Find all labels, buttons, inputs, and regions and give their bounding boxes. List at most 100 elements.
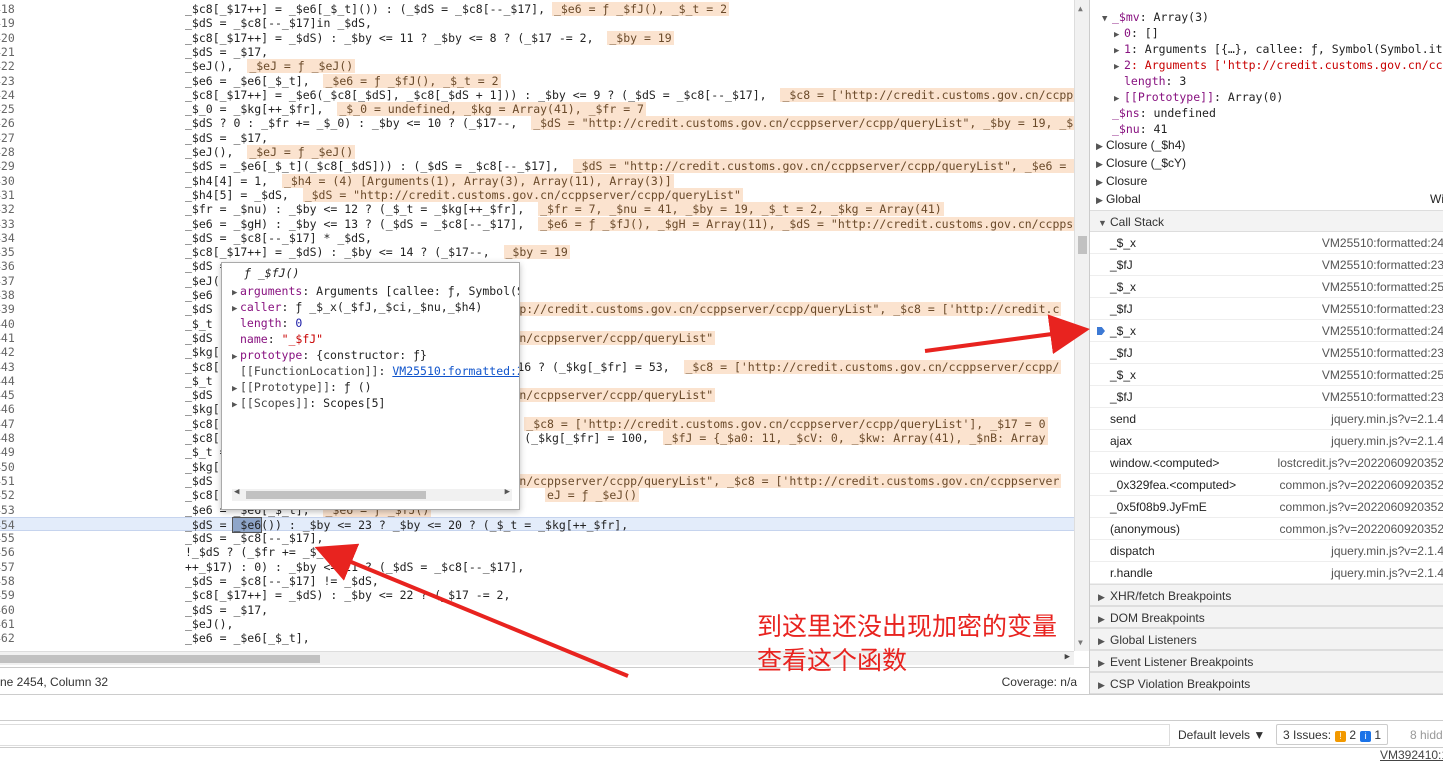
collapse-triangle-icon[interactable]: ▼	[1098, 212, 1110, 234]
popover-property[interactable]: ▶ caller: ƒ _$_x(_$fJ,_$ci,_$nu,_$h4)	[232, 299, 482, 315]
code-line[interactable]: 457 ++_$17) : 0) : _$by <= 21 ? (_$dS = _…	[0, 560, 1074, 574]
code-line[interactable]: 444 _$_t	[0, 374, 1074, 388]
scope-variable[interactable]: ▼ _$mv: Array(3)	[1102, 9, 1209, 25]
line-number[interactable]: 439	[0, 302, 15, 316]
code-line[interactable]: 456 !_$dS ? (_$fr += _$_	[0, 545, 1074, 559]
popover-property[interactable]: ▶ [[Scopes]]: Scopes[5]	[232, 395, 385, 411]
function-location-link[interactable]: VM25510:formatted:23	[392, 364, 519, 378]
frame-location[interactable]: VM25510:formatted:24	[1322, 320, 1443, 342]
code-line[interactable]: 448_$c8[ <= 18 ? (_$kg[_$fr] = 100, _$fJ…	[0, 431, 1074, 445]
breakpoint-section-header[interactable]: ▶ Global Listeners	[1090, 628, 1443, 650]
line-number[interactable]: 454	[0, 518, 15, 532]
code-line[interactable]: 449_$_t =	[0, 445, 1074, 459]
code-line[interactable]: 442 _$kg[	[0, 345, 1074, 359]
line-number[interactable]: 418	[0, 2, 15, 16]
console-filter-input[interactable]	[0, 724, 1170, 746]
expand-triangle-icon[interactable]: ▶	[1096, 192, 1106, 208]
scrollbar-thumb[interactable]	[0, 655, 320, 663]
line-number[interactable]: 438	[0, 288, 15, 302]
scroll-right-icon[interactable]: ▶	[505, 487, 510, 497]
line-number[interactable]: 447	[0, 417, 15, 431]
call-stack-frame[interactable]: _0x329fea.<computed> common.js?v=20220609…	[1090, 474, 1443, 496]
source-code-editor[interactable]: 418 _$c8[_$17++] = _$e6[_$_t]()) : (_$dS …	[0, 0, 1074, 651]
code-line[interactable]: 421 _$dS = _$17,	[0, 45, 1074, 59]
line-number[interactable]: 446	[0, 402, 15, 416]
line-number[interactable]: 460	[0, 603, 15, 617]
line-number[interactable]: 421	[0, 45, 15, 59]
code-line[interactable]: 429 _$dS = _$e6[_$_t](_$c8[_$dS])) : (_$d…	[0, 159, 1074, 174]
line-number[interactable]: 456	[0, 545, 15, 559]
line-number[interactable]: 445	[0, 388, 15, 402]
popover-property[interactable]: ▶ prototype: {constructor: ƒ}	[232, 347, 427, 363]
line-number[interactable]: 450	[0, 460, 15, 474]
code-line[interactable]: 455 _$dS = _$c8[--_$17],	[0, 531, 1074, 545]
code-line[interactable]: 447_$c8[ _$fr], _$c8 = ['http://credit.c…	[0, 416, 1074, 431]
line-number[interactable]: 457	[0, 560, 15, 574]
line-number[interactable]: 435	[0, 245, 15, 259]
line-number[interactable]: 431	[0, 188, 15, 202]
line-number[interactable]: 440	[0, 317, 15, 331]
call-stack-frame[interactable]: _$fJ VM25510:formatted:23	[1090, 342, 1443, 364]
code-line[interactable]: 435 _$c8[_$17++] = _$dS) : _$by <= 14 ? (…	[0, 245, 1074, 260]
scrollbar-thumb[interactable]	[1078, 236, 1087, 254]
call-stack-frame[interactable]: r.handle jquery.min.js?v=2.1.4	[1090, 562, 1443, 584]
call-stack-frame[interactable]: ajax jquery.min.js?v=2.1.4	[1090, 430, 1443, 452]
line-number[interactable]: 448	[0, 431, 15, 445]
line-number[interactable]: 449	[0, 445, 15, 459]
code-line[interactable]: 440 _$_t	[0, 317, 1074, 331]
call-stack-frame[interactable]: _$_x VM25510:formatted:24	[1090, 320, 1443, 342]
object-preview-popover[interactable]: ƒ _$fJ() ▶ arguments: Arguments [callee: …	[221, 262, 520, 510]
code-line[interactable]: 441_$dS .gov.cn/ccppserver/ccpp/queryLis…	[0, 330, 1074, 345]
line-number[interactable]: 443	[0, 360, 15, 374]
call-stack-frame[interactable]: _$_x VM25510:formatted:24	[1090, 232, 1443, 254]
code-line[interactable]: 425 _$_0 = _$kg[++_$fr], _$_0 = undefined…	[0, 102, 1074, 117]
code-line[interactable]: 428 _$eJ(), _$eJ = ƒ _$eJ()	[0, 145, 1074, 159]
line-number[interactable]: 452	[0, 488, 15, 502]
call-stack-frame[interactable]: dispatch jquery.min.js?v=2.1.4	[1090, 540, 1443, 562]
line-number[interactable]: 453	[0, 503, 15, 517]
scroll-down-icon[interactable]: ▼	[1078, 638, 1083, 647]
code-line[interactable]: 459 _$c8[_$17++] = _$dS) : _$by <= 22 ? (…	[0, 588, 1074, 602]
frame-location[interactable]: VM25510:formatted:23	[1322, 298, 1443, 320]
code-line[interactable]: 427 _$dS = _$17,	[0, 131, 1074, 145]
frame-location[interactable]: VM25510:formatted:24	[1322, 232, 1443, 254]
call-stack-frame[interactable]: send jquery.min.js?v=2.1.4	[1090, 408, 1443, 430]
line-number[interactable]: 441	[0, 331, 15, 345]
line-number[interactable]: 455	[0, 531, 15, 545]
line-number[interactable]: 422	[0, 59, 15, 73]
code-line[interactable]: 452_$c8[ eJ = ƒ _$eJ()	[0, 488, 1074, 503]
code-line[interactable]: 430 _$h4[4] = 1, _$h4 = (4) [Arguments(1)…	[0, 173, 1074, 188]
line-number[interactable]: 433	[0, 217, 15, 231]
scroll-left-icon[interactable]: ◀	[234, 487, 239, 497]
expand-triangle-icon[interactable]: ▶	[1096, 156, 1106, 172]
frame-location[interactable]: VM25510:formatted:25	[1322, 364, 1443, 386]
code-line[interactable]: 424 _$c8[_$17++] = _$e6(_$c8[_$dS], _$c8[…	[0, 87, 1074, 102]
breakpoint-section-header[interactable]: ▶ DOM Breakpoints	[1090, 606, 1443, 628]
code-line[interactable]: 432 _$fr = _$nu) : _$by <= 12 ? (_$_t = _…	[0, 202, 1074, 217]
code-line[interactable]: 422 _$eJ(), _$eJ = ƒ _$eJ()	[0, 59, 1074, 74]
frame-location[interactable]: VM25510:formatted:23	[1322, 254, 1443, 276]
call-stack-frame[interactable]: _0x5f08b9.JyFmE common.js?v=2022060920352	[1090, 496, 1443, 518]
popover-property[interactable]: ▶ [[Prototype]]: ƒ ()	[232, 379, 372, 395]
expand-triangle-icon[interactable]: ▶	[1098, 586, 1110, 608]
frame-location[interactable]: common.js?v=2022060920352	[1280, 518, 1443, 540]
call-stack-frame[interactable]: (anonymous) common.js?v=2022060920352	[1090, 518, 1443, 540]
line-number[interactable]: 425	[0, 102, 15, 116]
code-line[interactable]: 453_$e6 = _$e6[_$_t], _$e6 = ƒ _$fJ()	[0, 502, 1074, 517]
code-line[interactable]: 418 _$c8[_$17++] = _$e6[_$_t]()) : (_$dS …	[0, 2, 1074, 16]
popover-horizontal-scrollbar[interactable]: ◀ ▶	[232, 487, 512, 501]
code-line[interactable]: 426 _$dS ? 0 : _$fr += _$_0) : _$by <= 10…	[0, 116, 1074, 131]
line-number[interactable]: 459	[0, 588, 15, 602]
frame-location[interactable]: jquery.min.js?v=2.1.4	[1331, 408, 1443, 430]
scope-variable[interactable]: ▶ 0: []	[1114, 25, 1159, 41]
expand-triangle-icon[interactable]: ▶	[232, 397, 240, 413]
line-number[interactable]: 451	[0, 474, 15, 488]
expand-triangle-icon[interactable]: ▶	[1096, 138, 1106, 154]
line-number[interactable]: 420	[0, 31, 15, 45]
line-number[interactable]: 430	[0, 174, 15, 188]
line-number[interactable]: 429	[0, 159, 15, 173]
line-number[interactable]: 426	[0, 116, 15, 130]
call-stack-frame[interactable]: _$_x VM25510:formatted:25	[1090, 276, 1443, 298]
code-line[interactable]: 450 _$kg[	[0, 460, 1074, 474]
line-number[interactable]: 444	[0, 374, 15, 388]
